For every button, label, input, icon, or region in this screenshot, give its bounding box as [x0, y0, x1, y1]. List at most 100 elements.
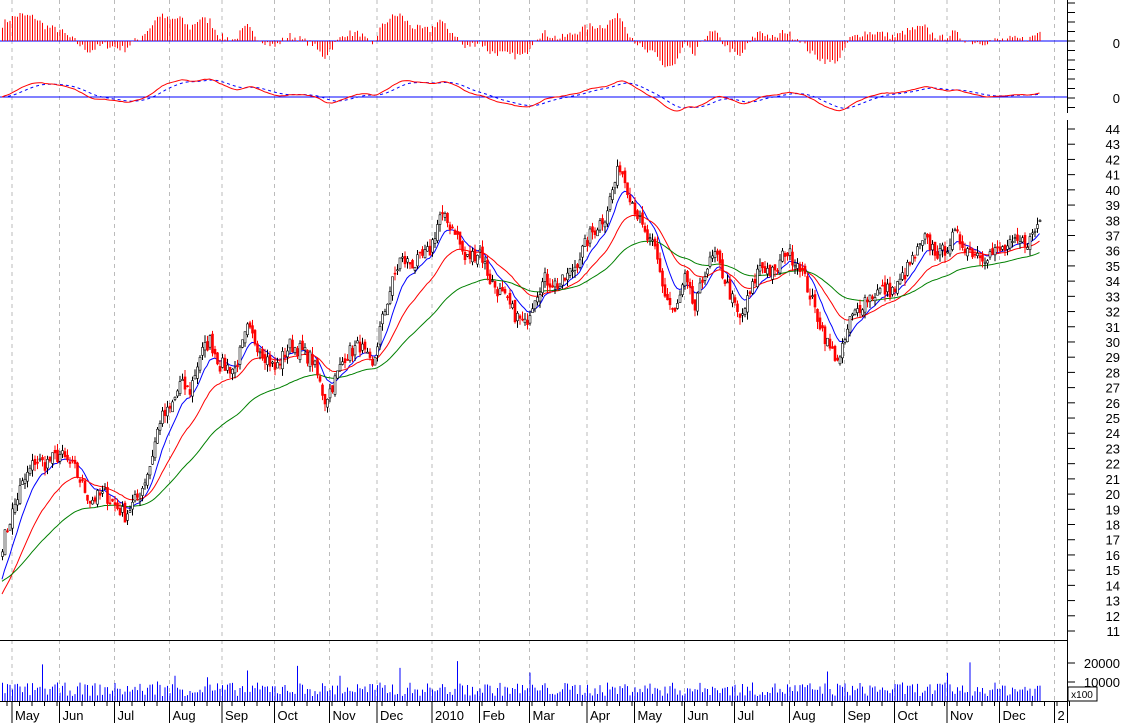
- candle: [613, 181, 617, 195]
- macd-signal-line: [1, 79, 1040, 109]
- candle: [838, 355, 842, 366]
- candle-body: [801, 267, 804, 270]
- candle-body: [943, 246, 947, 256]
- candle: [593, 227, 597, 239]
- candle-body: [123, 502, 127, 523]
- candle: [758, 258, 762, 276]
- candle: [216, 352, 219, 366]
- candle-body: [873, 297, 877, 302]
- candle: [143, 478, 147, 490]
- candle: [461, 240, 464, 255]
- candle-body: [403, 256, 407, 265]
- candle-body: [781, 250, 784, 262]
- candle: [668, 291, 672, 310]
- candle: [926, 233, 929, 244]
- price-tick-label: 34: [1106, 274, 1120, 289]
- candle: [56, 443, 59, 464]
- candle: [323, 393, 327, 412]
- candle-body: [966, 248, 969, 257]
- candle: [3, 529, 7, 556]
- candle: [511, 300, 514, 310]
- volume-panel: [2, 661, 1041, 701]
- candle: [738, 313, 742, 325]
- candle: [651, 233, 654, 247]
- candle: [943, 241, 947, 263]
- moving-average-mid: [1, 214, 1040, 595]
- candle: [213, 345, 217, 359]
- candle: [808, 288, 812, 306]
- candle: [983, 257, 987, 270]
- candle: [443, 211, 447, 222]
- candle-body: [113, 502, 117, 505]
- candle-body: [363, 341, 367, 350]
- candle-body: [948, 245, 952, 255]
- candle: [131, 494, 134, 516]
- candle: [716, 248, 719, 262]
- candle: [956, 225, 959, 234]
- candle: [153, 437, 157, 462]
- candle: [126, 509, 129, 526]
- candle-body: [76, 462, 79, 478]
- candle: [883, 275, 887, 302]
- candle-body: [293, 347, 297, 353]
- candle: [911, 251, 914, 265]
- candle-body: [806, 276, 809, 293]
- candle: [288, 338, 292, 354]
- month-label: Jul: [738, 708, 755, 723]
- candle-body: [788, 248, 792, 256]
- candle: [1033, 228, 1037, 238]
- candle-body: [623, 170, 627, 184]
- candle: [931, 240, 934, 256]
- candle-body: [448, 224, 452, 230]
- candle: [206, 335, 209, 352]
- candle-body: [3, 529, 7, 556]
- candle-body: [741, 313, 744, 316]
- candle: [391, 276, 394, 301]
- candle: [76, 461, 79, 479]
- candle-body: [6, 530, 9, 533]
- candle-body: [1023, 234, 1027, 247]
- candle: [923, 232, 927, 245]
- candle: [403, 251, 407, 268]
- candle: [88, 500, 92, 509]
- candle: [218, 360, 222, 374]
- candle-body: [336, 370, 339, 379]
- candle-body: [1033, 230, 1037, 233]
- candle-body: [748, 291, 752, 295]
- candle-body: [823, 326, 827, 345]
- candle-body: [1003, 245, 1007, 251]
- candle-body: [756, 268, 759, 287]
- axes: 1112131415161718192021222324252627282930…: [0, 0, 1120, 723]
- candle-body: [733, 297, 737, 303]
- candle-body: [723, 279, 727, 284]
- candle-body: [351, 348, 354, 357]
- candle: [176, 389, 179, 399]
- candle-body: [463, 252, 467, 261]
- candle-body: [706, 268, 709, 275]
- candle-body: [408, 262, 412, 265]
- candle-body: [13, 503, 17, 513]
- candle-body: [131, 501, 134, 510]
- candle: [988, 248, 992, 260]
- candle: [166, 400, 169, 424]
- candle: [148, 465, 152, 480]
- candle-body: [183, 376, 187, 390]
- candle-body: [891, 287, 894, 295]
- candle: [913, 254, 917, 262]
- candle: [18, 478, 22, 506]
- candle-body: [493, 281, 497, 288]
- candle: [178, 375, 182, 397]
- candle: [646, 224, 649, 244]
- candle: [473, 244, 477, 263]
- candle: [198, 355, 202, 374]
- candle: [468, 245, 472, 264]
- candle: [571, 263, 574, 279]
- candle-body: [441, 212, 444, 215]
- candle-body: [296, 348, 299, 357]
- candle-body: [976, 252, 979, 256]
- candle-body: [236, 364, 239, 368]
- candle: [433, 231, 437, 249]
- candle-body: [106, 487, 109, 504]
- candle-body: [168, 405, 172, 409]
- candle-body: [958, 234, 962, 245]
